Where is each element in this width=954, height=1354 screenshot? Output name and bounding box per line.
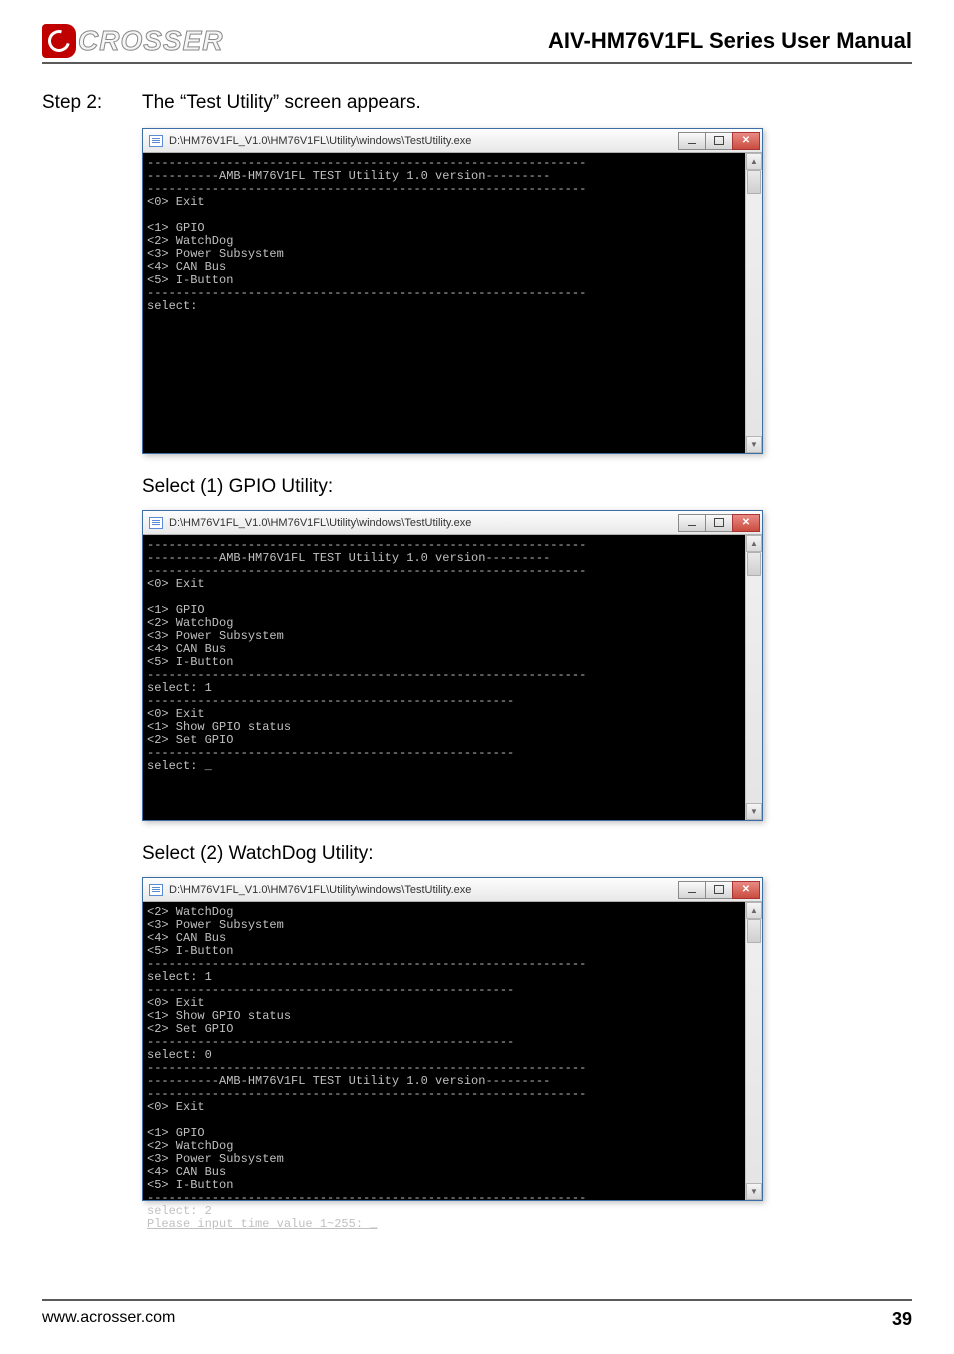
step-text: The “Test Utility” screen appears. — [142, 92, 421, 114]
app-icon — [149, 135, 163, 147]
close-button[interactable] — [732, 514, 760, 532]
minimize-button[interactable] — [678, 132, 706, 150]
scrollbar[interactable]: ▲ ▼ — [745, 153, 762, 453]
step-label: Step 2: — [42, 92, 142, 114]
scroll-thumb[interactable] — [747, 919, 761, 943]
console-prompt-underline: Please input time value 1~255: _ — [147, 1217, 377, 1231]
maximize-button[interactable] — [705, 514, 733, 532]
scroll-down-button[interactable]: ▼ — [746, 1183, 762, 1200]
maximize-button[interactable] — [705, 132, 733, 150]
console-window-1: D:\HM76V1FL_V1.0\HM76V1FL\Utility\window… — [142, 128, 763, 454]
scroll-track[interactable] — [746, 919, 762, 1183]
scroll-up-button[interactable]: ▲ — [746, 902, 762, 919]
titlebar[interactable]: D:\HM76V1FL_V1.0\HM76V1FL\Utility\window… — [143, 878, 762, 902]
caption-watchdog: Select (2) WatchDog Utility: — [142, 843, 912, 865]
maximize-button[interactable] — [705, 881, 733, 899]
titlebar[interactable]: D:\HM76V1FL_V1.0\HM76V1FL\Utility\window… — [143, 511, 762, 535]
scroll-down-button[interactable]: ▼ — [746, 803, 762, 820]
logo-mark-icon — [42, 24, 76, 58]
scroll-thumb[interactable] — [747, 170, 761, 194]
app-icon — [149, 517, 163, 529]
scroll-thumb[interactable] — [747, 552, 761, 576]
console-window-3: D:\HM76V1FL_V1.0\HM76V1FL\Utility\window… — [142, 877, 763, 1201]
page-header: CROSSER AIV-HM76V1FL Series User Manual — [42, 24, 912, 64]
window-title: D:\HM76V1FL_V1.0\HM76V1FL\Utility\window… — [169, 517, 679, 529]
caption-gpio: Select (1) GPIO Utility: — [142, 476, 912, 498]
console-window-2: D:\HM76V1FL_V1.0\HM76V1FL\Utility\window… — [142, 510, 763, 821]
page-number: 39 — [892, 1309, 912, 1330]
scrollbar[interactable]: ▲ ▼ — [745, 902, 762, 1200]
scroll-up-button[interactable]: ▲ — [746, 153, 762, 170]
close-button[interactable] — [732, 132, 760, 150]
scroll-down-button[interactable]: ▼ — [746, 436, 762, 453]
console-output: ----------------------------------------… — [143, 153, 745, 453]
scrollbar[interactable]: ▲ ▼ — [745, 535, 762, 820]
titlebar[interactable]: D:\HM76V1FL_V1.0\HM76V1FL\Utility\window… — [143, 129, 762, 153]
page-footer: www.acrosser.com 39 — [42, 1299, 912, 1330]
window-title: D:\HM76V1FL_V1.0\HM76V1FL\Utility\window… — [169, 135, 679, 147]
minimize-button[interactable] — [678, 881, 706, 899]
console-pre: <2> WatchDog <3> Power Subsystem <4> CAN… — [147, 905, 586, 1218]
scroll-track[interactable] — [746, 552, 762, 803]
manual-title: AIV-HM76V1FL Series User Manual — [548, 28, 912, 54]
console-output: ----------------------------------------… — [143, 535, 745, 820]
step-row: Step 2: The “Test Utility” screen appear… — [42, 92, 912, 114]
logo: CROSSER — [42, 24, 223, 58]
logo-text: CROSSER — [78, 25, 223, 57]
close-button[interactable] — [732, 881, 760, 899]
scroll-track[interactable] — [746, 170, 762, 436]
app-icon — [149, 884, 163, 896]
footer-url: www.acrosser.com — [42, 1309, 175, 1330]
window-title: D:\HM76V1FL_V1.0\HM76V1FL\Utility\window… — [169, 884, 679, 896]
scroll-up-button[interactable]: ▲ — [746, 535, 762, 552]
minimize-button[interactable] — [678, 514, 706, 532]
console-output: <2> WatchDog <3> Power Subsystem <4> CAN… — [143, 902, 745, 1200]
